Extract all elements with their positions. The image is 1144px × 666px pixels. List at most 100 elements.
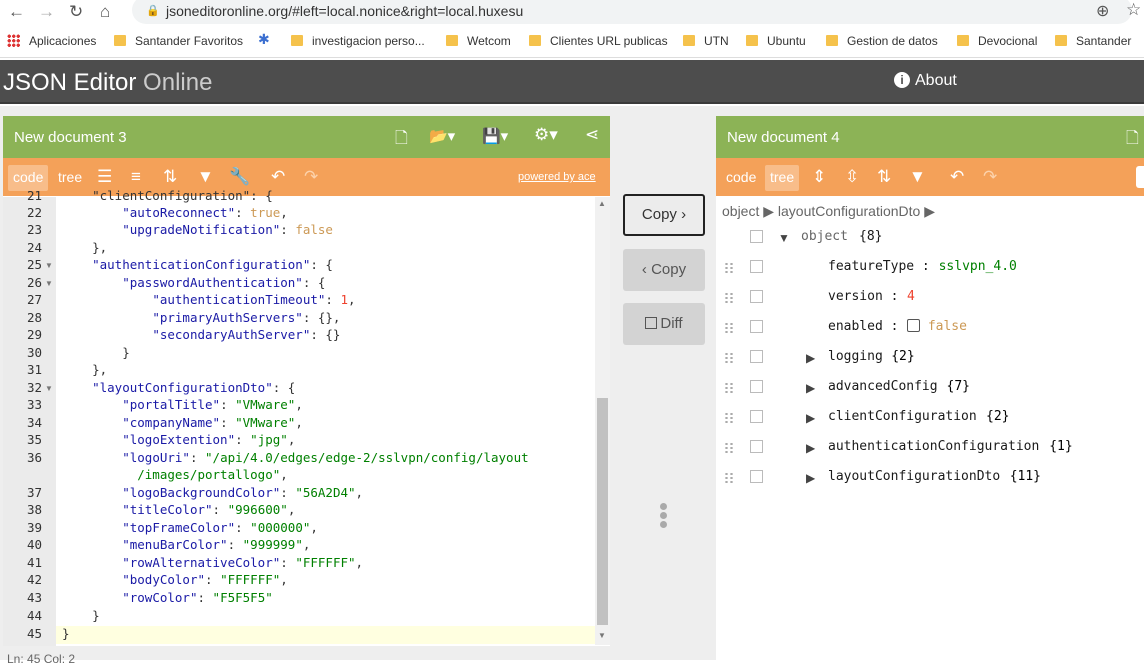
tree-value[interactable]: {2} (986, 409, 1009, 424)
code-line[interactable]: "logoExtention": "jpg", (62, 432, 295, 447)
expand-all-icon[interactable]: ⇕ (812, 167, 826, 187)
code-line[interactable]: "rowColor": "F5F5F5" (62, 590, 273, 605)
collapse-icon[interactable]: ▼ (778, 231, 790, 245)
collapse-all-icon[interactable]: ⇳ (845, 167, 859, 187)
compact-icon[interactable]: ≡ (131, 167, 141, 187)
repair-icon[interactable]: 🔧 (229, 167, 250, 187)
context-menu-button[interactable] (750, 320, 763, 333)
code-line[interactable]: /images/portallogo", (62, 467, 288, 482)
zoom-icon[interactable]: ⊕ (1096, 1, 1109, 21)
tree-value[interactable]: false (907, 319, 967, 334)
left-document-title[interactable]: New document 3 (14, 129, 127, 146)
code-line[interactable]: "logoUri": "/api/4.0/edges/edge-2/sslvpn… (62, 450, 528, 465)
gear-icon[interactable]: ✱ (258, 31, 270, 48)
tree-value[interactable]: {11} (1010, 469, 1041, 484)
drag-handle-icon[interactable] (724, 442, 734, 454)
tree-row[interactable]: version : 4 (716, 282, 1144, 312)
undo-icon[interactable]: ↶ (271, 167, 285, 187)
tree-row[interactable]: enabled : false (716, 312, 1144, 342)
bookmark-clientes[interactable]: Clientes URL publicas (529, 34, 668, 48)
settings-icon[interactable]: ⚙▾ (534, 125, 558, 145)
scroll-down-icon[interactable]: ▼ (598, 631, 606, 640)
context-menu-button[interactable] (750, 380, 763, 393)
filter-icon[interactable]: ▼ (197, 167, 214, 187)
tree-row[interactable]: ▶ authenticationConfiguration {1} (716, 432, 1144, 462)
code-line[interactable]: "rowAlternativeColor": "FFFFFF", (62, 555, 363, 570)
context-menu-button[interactable] (750, 230, 763, 243)
drag-handle-icon[interactable] (724, 262, 734, 274)
home-icon[interactable]: ⌂ (100, 2, 110, 22)
code-line[interactable]: "authenticationTimeout": 1, (62, 292, 355, 307)
context-menu-button[interactable] (750, 260, 763, 273)
back-icon[interactable]: ← (8, 2, 25, 22)
filter-icon[interactable]: ▼ (909, 167, 926, 187)
code-line[interactable]: "topFrameColor": "000000", (62, 520, 318, 535)
code-line[interactable]: "companyName": "VMware", (62, 415, 303, 430)
tree-key[interactable]: clientConfiguration (828, 409, 977, 424)
tree-row[interactable]: ▶ advancedConfig {7} (716, 372, 1144, 402)
code-line[interactable]: "clientConfiguration": { (62, 188, 273, 203)
bookmark-wetcom[interactable]: Wetcom (446, 34, 511, 48)
tree-value[interactable]: {1} (1049, 439, 1072, 454)
splitter-dot[interactable] (660, 503, 667, 510)
bookmark-utn[interactable]: UTN (683, 34, 729, 48)
code-line[interactable]: } (62, 608, 100, 623)
code-line[interactable]: } (62, 345, 130, 360)
fold-arrow-icon[interactable]: ▼ (45, 384, 53, 393)
code-line[interactable]: "autoReconnect": true, (62, 205, 288, 220)
tree-root-row[interactable]: ▼ object {8} (716, 222, 1144, 252)
bookmark-apps[interactable]: Aplicaciones (7, 34, 96, 48)
expand-icon[interactable]: ▶ (806, 471, 815, 485)
open-folder-icon[interactable]: 📂▾ (429, 127, 455, 145)
right-document-title[interactable]: New document 4 (727, 129, 840, 146)
fold-arrow-icon[interactable]: ▼ (45, 261, 53, 270)
code-line[interactable]: "authenticationConfiguration": { (62, 257, 333, 272)
star-icon[interactable]: ☆ (1126, 0, 1141, 20)
tree-key[interactable]: layoutConfigurationDto (828, 469, 1000, 484)
undo-icon[interactable]: ↶ (950, 167, 964, 187)
bookmark-ubuntu[interactable]: Ubuntu (746, 34, 806, 48)
code-line[interactable]: "primaryAuthServers": {}, (62, 310, 340, 325)
splitter-dot[interactable] (660, 521, 667, 528)
mode-tree-button[interactable]: tree (765, 165, 800, 191)
tree-key[interactable]: enabled : (828, 319, 898, 334)
context-menu-button[interactable] (750, 470, 763, 483)
about-link[interactable]: i About (894, 72, 957, 90)
drag-handle-icon[interactable] (724, 412, 734, 424)
save-icon[interactable]: 💾▾ (482, 127, 508, 145)
sort-icon[interactable]: ⇅ (877, 167, 891, 187)
code-line[interactable]: "bodyColor": "FFFFFF", (62, 572, 288, 587)
bookmark-devocional[interactable]: Devocional (957, 34, 1037, 48)
bookmark-gestion[interactable]: Gestion de datos (826, 34, 938, 48)
bookmark-santander[interactable]: Santander (1055, 34, 1131, 48)
search-box-edge[interactable] (1136, 166, 1144, 188)
format-icon[interactable]: ☰ (97, 167, 112, 187)
tree-value[interactable]: 4 (907, 289, 915, 304)
reload-icon[interactable]: ↻ (69, 2, 83, 22)
scrollbar-thumb[interactable] (597, 398, 608, 625)
forward-icon[interactable]: → (38, 2, 55, 22)
code-line[interactable]: "upgradeNotification": false (62, 222, 333, 237)
context-menu-button[interactable] (750, 290, 763, 303)
copy-left-button[interactable]: ‹ Copy (623, 249, 705, 291)
code-line[interactable]: "layoutConfigurationDto": { (62, 380, 295, 395)
new-document-icon[interactable]: 🗋 (1126, 127, 1139, 154)
code-line[interactable]: "menuBarColor": "999999", (62, 537, 310, 552)
share-icon[interactable]: ⋖ (585, 125, 599, 145)
drag-handle-icon[interactable] (724, 352, 734, 364)
bookmark-santander-favoritos[interactable]: Santander Favoritos (114, 34, 243, 48)
boolean-checkbox[interactable] (907, 319, 920, 332)
tree-value[interactable]: {2} (891, 349, 914, 364)
drag-handle-icon[interactable] (724, 322, 734, 334)
context-menu-button[interactable] (750, 440, 763, 453)
tree-key[interactable]: advancedConfig (828, 379, 938, 394)
breadcrumb[interactable]: object ▶ layoutConfigurationDto ▶ (722, 203, 935, 220)
code-line[interactable]: "portalTitle": "VMware", (62, 397, 303, 412)
tree-key[interactable]: authenticationConfiguration (828, 439, 1039, 454)
code-line[interactable]: "secondaryAuthServer": {} (62, 327, 340, 342)
drag-handle-icon[interactable] (724, 292, 734, 304)
fold-arrow-icon[interactable]: ▼ (45, 279, 53, 288)
new-document-icon[interactable]: 🗋 (395, 127, 408, 154)
redo-icon[interactable]: ↷ (983, 167, 997, 187)
tree-row[interactable]: featureType : sslvpn_4.0 (716, 252, 1144, 282)
